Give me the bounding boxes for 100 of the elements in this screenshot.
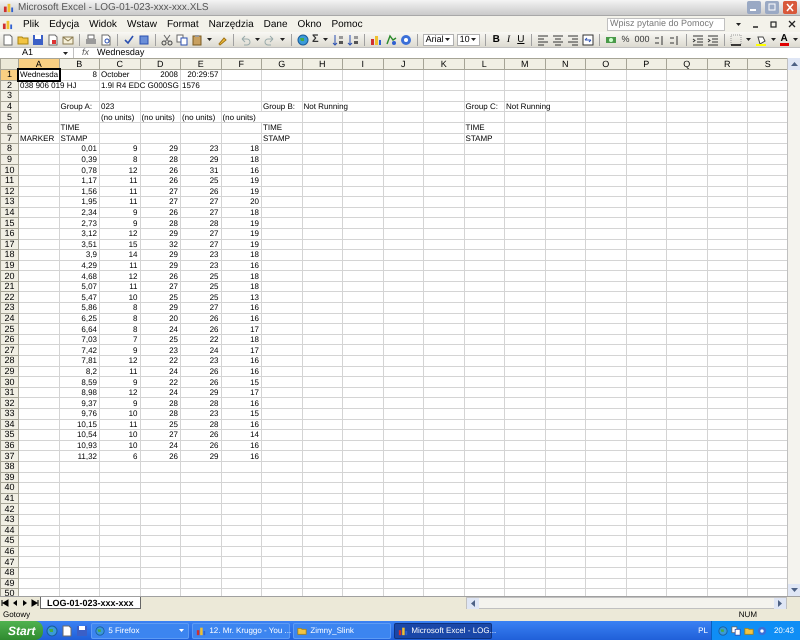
column-header[interactable]: K xyxy=(424,58,464,70)
table-cell[interactable]: 18 xyxy=(221,144,262,154)
table-cell[interactable]: 038 906 019 HJ xyxy=(18,80,100,91)
table-cell[interactable]: 8 xyxy=(100,313,140,324)
table-cell[interactable]: 28 xyxy=(140,408,180,420)
table-cell[interactable]: 32 xyxy=(140,239,180,250)
globe-icon[interactable] xyxy=(297,34,309,46)
autosum-button[interactable]: Σ xyxy=(312,34,319,45)
table-cell[interactable]: 8,98 xyxy=(59,387,100,398)
table-cell[interactable]: 27 xyxy=(140,196,180,208)
table-cell[interactable]: 16 xyxy=(221,440,262,451)
table-cell[interactable]: 18 xyxy=(221,154,262,165)
table-cell[interactable]: 29 xyxy=(140,260,180,271)
caret-icon[interactable] xyxy=(470,36,477,43)
first-sheet-icon[interactable] xyxy=(0,598,10,608)
caret-icon[interactable] xyxy=(770,36,776,43)
table-cell[interactable]: 16 xyxy=(221,164,262,176)
row-header[interactable]: 12 xyxy=(0,186,18,197)
column-header[interactable]: L xyxy=(464,58,504,70)
table-cell[interactable]: 4,68 xyxy=(59,270,100,282)
table-cell[interactable]: 11 xyxy=(100,196,140,208)
table-cell[interactable]: 4,29 xyxy=(59,260,100,271)
table-cell[interactable]: 28 xyxy=(180,218,221,228)
table-cell[interactable]: 11 xyxy=(100,366,140,377)
table-cell[interactable]: 23 xyxy=(180,250,221,260)
table-cell[interactable]: 3,51 xyxy=(59,239,100,250)
scissors-icon[interactable] xyxy=(161,34,173,46)
row-header[interactable]: 48 xyxy=(0,567,18,578)
table-cell[interactable]: 17 xyxy=(221,324,262,334)
row-header[interactable]: 46 xyxy=(0,546,18,557)
caret-icon[interactable] xyxy=(444,36,451,43)
table-cell[interactable]: 25 xyxy=(140,419,180,430)
table-cell[interactable]: 26 xyxy=(180,313,221,324)
align-center-icon[interactable] xyxy=(552,34,564,46)
table-cell[interactable]: 11 xyxy=(100,419,140,430)
table-cell[interactable]: 9 xyxy=(100,344,140,356)
scroll-down-icon[interactable] xyxy=(788,584,800,596)
caret-icon[interactable] xyxy=(322,36,329,43)
table-cell[interactable]: 10 xyxy=(100,440,140,451)
help-search-field[interactable]: Wpisz pytanie do Pomocy xyxy=(607,18,725,30)
table-cell[interactable]: 26 xyxy=(140,270,180,282)
envelope-icon[interactable] xyxy=(62,34,74,46)
table-cell[interactable]: TIME xyxy=(59,122,100,134)
table-cell[interactable]: 9,76 xyxy=(59,408,100,420)
table-cell[interactable]: 22 xyxy=(140,376,180,388)
table-cell[interactable]: Group B: xyxy=(262,101,302,112)
table-cell[interactable]: 29 xyxy=(180,387,221,398)
table-cell[interactable]: 26 xyxy=(140,207,180,218)
table-cell[interactable]: 16 xyxy=(221,450,262,462)
table-cell[interactable]: 10,93 xyxy=(59,440,100,451)
row-header[interactable]: 27 xyxy=(0,344,18,356)
align-left-icon[interactable] xyxy=(537,34,550,46)
table-cell[interactable]: 28 xyxy=(140,398,180,408)
menu-item[interactable]: Okno xyxy=(298,16,322,32)
table-cell[interactable]: 26 xyxy=(180,186,221,197)
column-header[interactable]: H xyxy=(302,58,342,70)
table-cell[interactable]: Wednesda xyxy=(18,70,59,80)
caret-icon[interactable] xyxy=(744,36,752,43)
drawing-icon[interactable] xyxy=(384,34,397,46)
table-cell[interactable]: 15 xyxy=(221,376,262,388)
row-header[interactable]: 11 xyxy=(0,175,18,186)
row-header[interactable]: 7 xyxy=(0,133,18,144)
row-header[interactable]: 15 xyxy=(0,218,18,228)
table-cell[interactable]: 29 xyxy=(140,144,180,154)
table-cell[interactable]: 29 xyxy=(180,450,221,462)
table-cell[interactable]: 28 xyxy=(180,419,221,430)
table-cell[interactable]: 11 xyxy=(100,175,140,186)
scroll-up-icon[interactable] xyxy=(788,58,800,70)
table-cell[interactable]: 16 xyxy=(221,419,262,430)
table-cell[interactable]: 26 xyxy=(180,324,221,334)
table-cell[interactable]: 29 xyxy=(140,302,180,314)
table-cell[interactable]: 28 xyxy=(140,154,180,165)
row-header[interactable]: 24 xyxy=(0,313,18,324)
caret-icon[interactable] xyxy=(279,36,286,43)
table-cell[interactable]: STAMP xyxy=(262,133,302,144)
table-cell[interactable]: 12 xyxy=(100,228,140,239)
table-cell[interactable]: 2,73 xyxy=(59,218,100,228)
table-cell[interactable]: 8,2 xyxy=(59,366,100,377)
border-icon[interactable] xyxy=(730,34,742,46)
table-cell[interactable]: 0,78 xyxy=(59,164,100,176)
indent-icon[interactable] xyxy=(706,34,718,46)
table-cell[interactable]: 16 xyxy=(221,366,262,377)
table-cell[interactable]: 1,95 xyxy=(59,196,100,208)
table-cell[interactable]: 9 xyxy=(100,398,140,408)
table-cell[interactable]: 12 xyxy=(100,387,140,398)
row-header[interactable]: 45 xyxy=(0,536,18,546)
table-cell[interactable]: 10 xyxy=(100,292,140,303)
close-icon[interactable] xyxy=(788,20,796,28)
table-cell[interactable]: 18 xyxy=(221,250,262,260)
table-cell[interactable]: 10 xyxy=(100,430,140,440)
row-header[interactable]: 40 xyxy=(0,482,18,494)
underline-button[interactable]: U xyxy=(515,34,526,44)
table-cell[interactable]: 25 xyxy=(180,292,221,303)
row-header[interactable]: 20 xyxy=(0,270,18,282)
column-header[interactable]: P xyxy=(626,58,666,70)
language-indicator[interactable]: PL xyxy=(698,624,708,636)
column-header[interactable]: B xyxy=(59,58,100,70)
menu-item[interactable]: Pomoc xyxy=(331,16,363,32)
table-cell[interactable]: 26 xyxy=(180,366,221,377)
menu-item[interactable]: Format xyxy=(166,16,199,32)
